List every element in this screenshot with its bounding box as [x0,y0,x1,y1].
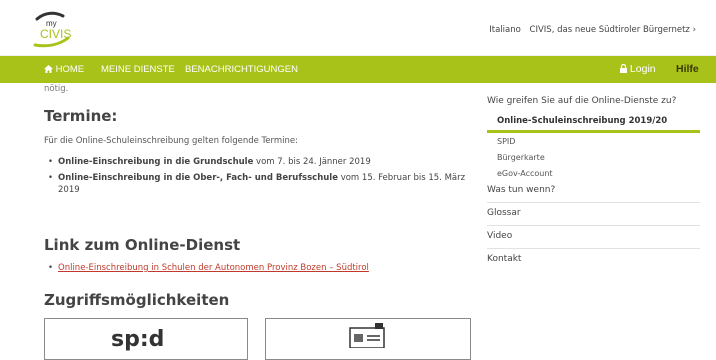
nav-home-label: HOME [55,64,85,75]
divider [487,225,700,226]
sidebar-subitem-spid[interactable]: SPID [497,137,515,146]
list-item: • Online-Einschreibung in die Ober-, Fach… [48,173,466,195]
termine-heading: Termine: [44,107,118,125]
svg-text:CIVIS: CIVIS [40,27,71,41]
link-italiano[interactable]: Italiano [489,25,521,35]
spid-card[interactable]: sp:d [44,318,248,360]
buergerkarte-card[interactable] [265,318,471,360]
list-item: • Online-Einschreibung in die Grundschule… [48,157,371,167]
sidebar-item-kontakt[interactable]: Kontakt [487,254,700,264]
main-nav: HOME MEINE DIENSTE BENACHRICHTIGUNGEN Lo… [0,56,716,83]
sidebar-item-online-dienste[interactable]: Wie greifen Sie auf die Online-Dienste z… [487,96,700,106]
termine-intro: Für die Online-Schuleinschreibung gelten… [44,136,298,146]
nav-meine-dienste[interactable]: MEINE DIENSTE [101,56,175,83]
id-card-icon [349,323,385,348]
nav-home[interactable]: HOME [44,56,84,83]
divider [487,248,700,249]
online-service-link[interactable]: Online-Einschreibung in Schulen der Auto… [58,263,369,273]
language-links: Italiano CIVIS, das neue Südtiroler Bürg… [483,25,696,35]
list-item: • Online-Einschreibung in Schulen der Au… [48,263,369,273]
sidebar-item-video[interactable]: Video [487,231,700,241]
top-header: my CIVIS Italiano CIVIS, das neue Südtir… [0,0,716,56]
divider [487,202,700,203]
sidebar-subitem-egov[interactable]: eGov-Account [497,169,553,178]
cut-off-text: nötig. [44,84,69,94]
sidebar-item-active[interactable]: Online-Schuleinschreibung 2019/20 [487,113,700,133]
sidebar-active-label: Online-Schuleinschreibung 2019/20 [497,116,668,126]
home-icon [44,65,53,73]
sidebar-item-was-tun[interactable]: Was tun wenn? [487,185,700,195]
sidebar-item-glossar[interactable]: Glossar [487,208,700,218]
login-label: Login [629,63,656,75]
zugriff-heading: Zugriffsmöglichkeiten [44,291,230,309]
link-civis-news[interactable]: CIVIS, das neue Südtiroler Bürgernetz › [530,25,696,35]
login-button[interactable]: Login [620,56,656,83]
mycivis-logo[interactable]: my CIVIS [33,9,93,49]
sidebar-subitem-buergerkarte[interactable]: Bürgerkarte [497,153,545,162]
nav-benachrichtigungen[interactable]: BENACHRICHTIGUNGEN [185,56,298,83]
lock-icon [620,63,627,73]
link-heading: Link zum Online-Dienst [44,236,241,254]
nav-hilfe[interactable]: Hilfe [676,56,699,83]
spid-logo: sp:d [111,327,165,352]
